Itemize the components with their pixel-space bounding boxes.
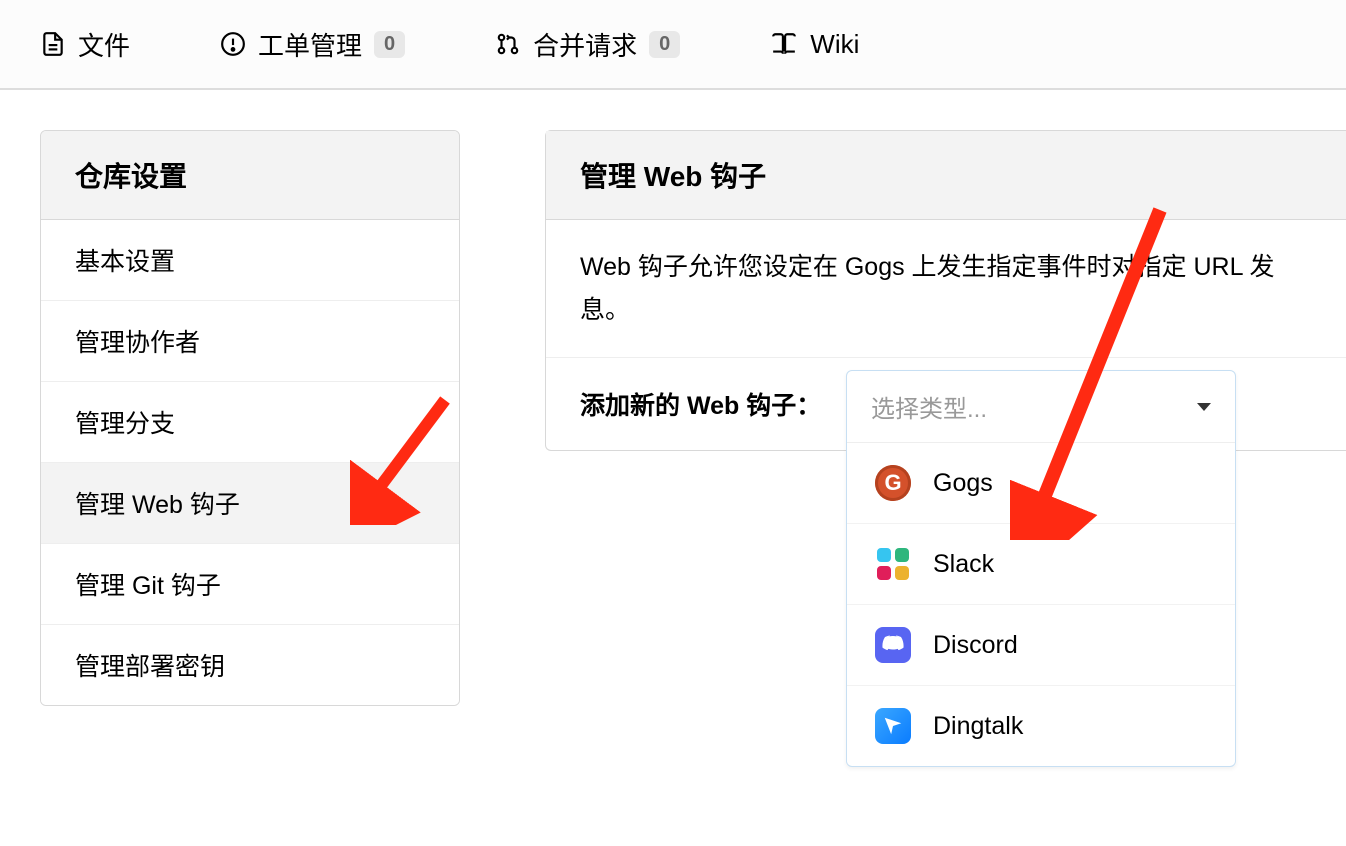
dropdown-option-dingtalk[interactable]: Dingtalk xyxy=(847,686,1235,766)
option-label: Slack xyxy=(933,550,994,579)
panel-title: 管理 Web 钩子 xyxy=(546,131,1346,220)
tab-label: 合并请求 xyxy=(533,26,637,63)
tab-label: Wiki xyxy=(810,29,859,60)
sidebar-title: 仓库设置 xyxy=(41,131,459,220)
dingtalk-icon xyxy=(875,708,911,744)
tab-issues[interactable]: 工单管理 0 xyxy=(220,26,405,63)
dropdown-option-discord[interactable]: Discord xyxy=(847,605,1235,686)
dropdown-placeholder: 选择类型... xyxy=(871,389,987,424)
git-pull-icon xyxy=(495,31,521,57)
issues-count-badge: 0 xyxy=(374,31,405,58)
issue-icon xyxy=(220,31,246,57)
add-webhook-label: 添加新的 Web 钩子： xyxy=(580,392,821,420)
chevron-down-icon xyxy=(1197,403,1211,411)
add-webhook-row: 添加新的 Web 钩子： 选择类型... Gogs xyxy=(546,358,1346,450)
discord-icon xyxy=(875,627,911,663)
slack-icon xyxy=(875,546,911,582)
dropdown-option-slack[interactable]: Slack xyxy=(847,524,1235,605)
file-icon xyxy=(40,31,66,57)
sidebar-item-deploykeys[interactable]: 管理部署密钥 xyxy=(41,625,459,705)
tab-label: 文件 xyxy=(78,26,130,63)
content-area: 管理 Web 钩子 Web 钩子允许您设定在 Gogs 上发生指定事件时对指定 … xyxy=(545,130,1346,451)
gogs-icon xyxy=(875,465,911,501)
settings-sidebar: 仓库设置 基本设置 管理协作者 管理分支 管理 Web 钩子 管理 Git 钩子… xyxy=(40,130,460,706)
sidebar-item-branches[interactable]: 管理分支 xyxy=(41,382,459,463)
repo-tabs: 文件 工单管理 0 合并请求 0 Wiki xyxy=(0,0,1346,90)
option-label: Dingtalk xyxy=(933,712,1023,741)
sidebar-item-collaborators[interactable]: 管理协作者 xyxy=(41,301,459,382)
option-label: Gogs xyxy=(933,469,993,498)
pulls-count-badge: 0 xyxy=(649,31,680,58)
webhook-panel: 管理 Web 钩子 Web 钩子允许您设定在 Gogs 上发生指定事件时对指定 … xyxy=(545,130,1346,451)
tab-label: 工单管理 xyxy=(258,26,362,63)
sidebar-item-basic[interactable]: 基本设置 xyxy=(41,220,459,301)
tab-pulls[interactable]: 合并请求 0 xyxy=(495,26,680,63)
tab-wiki[interactable]: Wiki xyxy=(770,29,859,60)
option-label: Discord xyxy=(933,631,1018,660)
tab-files[interactable]: 文件 xyxy=(40,26,130,63)
webhook-type-dropdown: 选择类型... Gogs Slack xyxy=(846,370,1236,767)
dropdown-trigger[interactable]: 选择类型... xyxy=(847,371,1235,443)
book-icon xyxy=(770,31,798,57)
dropdown-option-gogs[interactable]: Gogs xyxy=(847,443,1235,524)
sidebar-item-webhooks[interactable]: 管理 Web 钩子 xyxy=(41,463,459,544)
panel-description: Web 钩子允许您设定在 Gogs 上发生指定事件时对指定 URL 发息。 xyxy=(546,220,1346,358)
sidebar-item-githooks[interactable]: 管理 Git 钩子 xyxy=(41,544,459,625)
